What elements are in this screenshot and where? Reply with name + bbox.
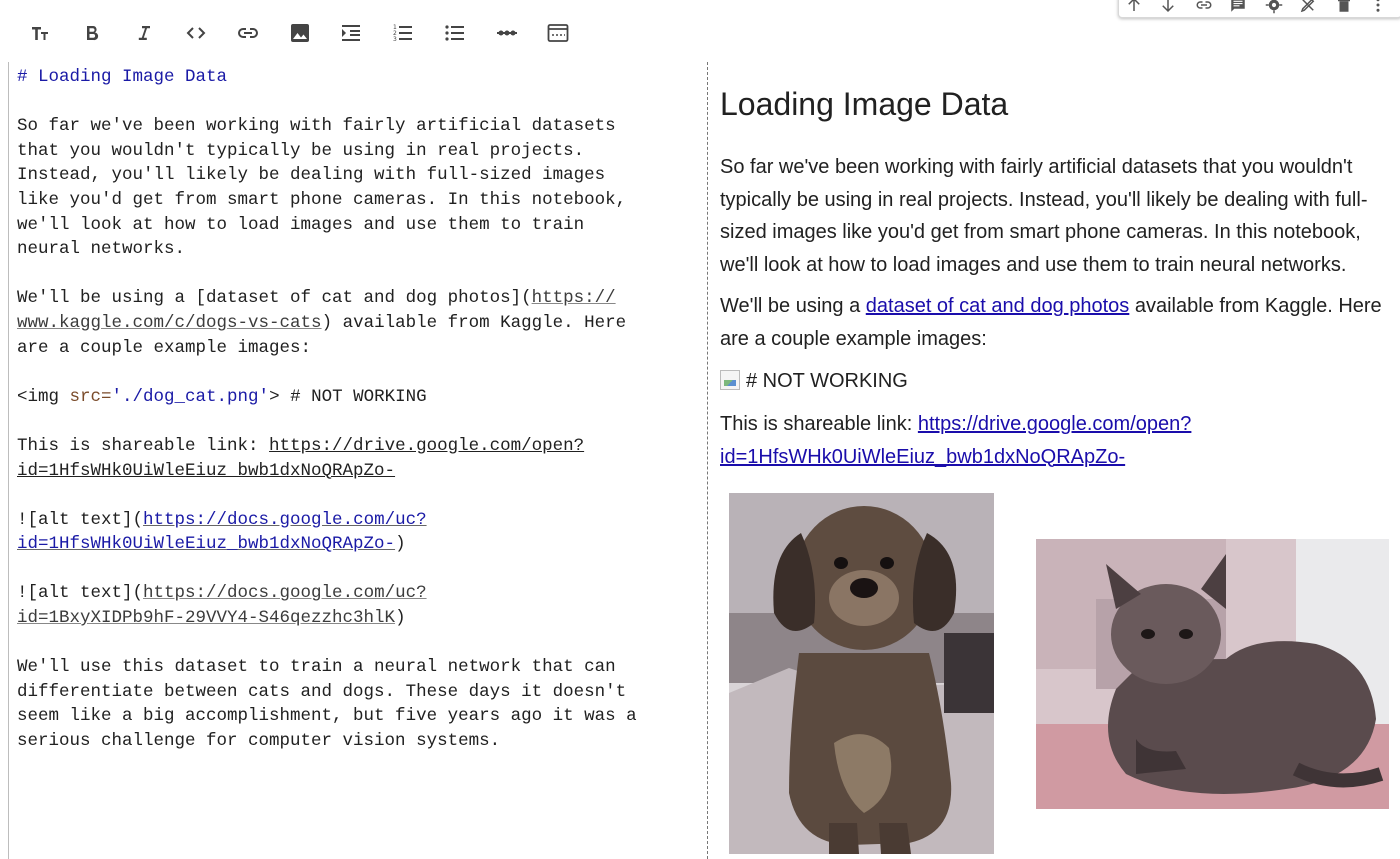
arrow-up-icon[interactable] bbox=[1119, 0, 1149, 14]
markdown-source[interactable]: # Loading Image Data So far we've been w… bbox=[17, 65, 697, 754]
arrow-down-icon[interactable] bbox=[1153, 0, 1183, 14]
source-img-tag: <img bbox=[17, 386, 70, 407]
source-img-attr: src= bbox=[69, 386, 112, 407]
source-alt2-url[interactable]: https://docs.google.com/uc? bbox=[143, 583, 427, 603]
source-para1-line: Instead, you'll likely be dealing with f… bbox=[17, 165, 606, 186]
source-alt2-url[interactable]: id=1BxyXIDPb9hF-29VVY4-S46qezzhc3hlK bbox=[17, 608, 395, 628]
italic-icon[interactable] bbox=[127, 17, 161, 49]
broken-image-caption: # NOT WORKING bbox=[746, 370, 908, 392]
preview-broken-image: # NOT WORKING bbox=[720, 365, 1392, 398]
dog-photo bbox=[729, 493, 994, 854]
preview-share: This is shareable link: https://drive.go… bbox=[720, 408, 1392, 473]
source-para3-line: We'll use this dataset to train a neural… bbox=[17, 657, 616, 678]
source-para1-line: that you wouldn't typically be using in … bbox=[17, 140, 585, 161]
source-para1-line: like you'd get from smart phone cameras.… bbox=[17, 189, 627, 210]
source-img-tag-end: > # NOT WORKING bbox=[269, 386, 427, 407]
preview-para1: So far we've been working with fairly ar… bbox=[720, 156, 1368, 276]
bulleted-list-icon[interactable] bbox=[438, 17, 472, 49]
delete-icon[interactable] bbox=[1329, 0, 1359, 14]
source-para3-line: serious challenge for computer vision sy… bbox=[17, 731, 501, 752]
kaggle-link[interactable]: dataset of cat and dog photos bbox=[866, 295, 1130, 317]
source-share-url[interactable]: https://drive.google.com/open? bbox=[269, 436, 584, 456]
source-para1-line: neural networks. bbox=[17, 239, 186, 260]
settings-icon[interactable] bbox=[1259, 0, 1289, 14]
source-alt1-close: ) bbox=[395, 534, 406, 555]
more-vert-icon[interactable] bbox=[1363, 0, 1393, 14]
source-para2-text: are a couple example images: bbox=[17, 337, 312, 358]
source-img-value: './dog_cat.png' bbox=[111, 386, 270, 407]
image-icon[interactable] bbox=[283, 17, 317, 49]
source-para3-line: seem like a big accomplishment, but five… bbox=[17, 706, 637, 727]
source-alt1-url[interactable]: id=1HfsWHk0UiWleEiuz_bwb1dxNoQRApZo- bbox=[17, 534, 395, 554]
source-kaggle-url[interactable]: https:// bbox=[532, 288, 616, 308]
source-para3-line: differentiate between cats and dogs. The… bbox=[17, 681, 627, 702]
source-share-url[interactable]: id=1HfsWHk0UiWleEiuz_bwb1dxNoQRApZo- bbox=[17, 461, 395, 481]
source-alt1-url[interactable]: https://docs.google.com/uc? bbox=[143, 510, 427, 530]
preview-share-text: This is shareable link: bbox=[720, 413, 918, 435]
preview-heading: Loading Image Data bbox=[720, 86, 1009, 122]
broken-image-icon bbox=[720, 370, 740, 390]
preview-layout-icon[interactable] bbox=[541, 17, 575, 49]
source-alt1-prefix: ![alt text]( bbox=[17, 509, 144, 530]
markdown-preview: Loading Image Data So far we've been wor… bbox=[720, 62, 1392, 859]
source-alt2-prefix: ![alt text]( bbox=[17, 583, 144, 604]
comment-icon[interactable] bbox=[1223, 0, 1253, 14]
horizontal-rule-icon[interactable] bbox=[490, 17, 524, 49]
split-divider[interactable] bbox=[707, 62, 708, 859]
preview-para2: We'll be using a dataset of cat and dog … bbox=[720, 290, 1392, 355]
source-alt2-close: ) bbox=[395, 608, 406, 629]
text-size-icon[interactable] bbox=[23, 17, 57, 49]
cell-toolbar bbox=[1118, 0, 1400, 18]
source-share-text: This is shareable link: bbox=[17, 435, 270, 456]
source-para2-text: We'll be using a [dataset of cat and dog… bbox=[17, 288, 532, 309]
source-para2-text: ) available from Kaggle. Here bbox=[321, 312, 627, 333]
link-icon[interactable] bbox=[1189, 0, 1219, 14]
source-para1-line: we'll look at how to load images and use… bbox=[17, 214, 585, 235]
numbered-list-icon[interactable]: 123 bbox=[386, 17, 420, 49]
svg-text:3: 3 bbox=[393, 36, 397, 43]
code-icon[interactable] bbox=[179, 17, 213, 49]
cat-photo bbox=[1036, 539, 1389, 809]
source-kaggle-url[interactable]: www.kaggle.com/c/dogs-vs-cats bbox=[17, 313, 322, 333]
source-para1-line: So far we've been working with fairly ar… bbox=[17, 116, 616, 137]
bold-icon[interactable] bbox=[75, 17, 109, 49]
edit-icon[interactable] bbox=[1293, 0, 1323, 14]
indent-icon[interactable] bbox=[334, 17, 368, 49]
preview-para2-text: We'll be using a bbox=[720, 295, 866, 317]
link-icon[interactable] bbox=[231, 17, 265, 49]
markdown-editor[interactable]: # Loading Image Data So far we've been w… bbox=[8, 62, 708, 859]
source-heading: # Loading Image Data bbox=[17, 67, 228, 87]
